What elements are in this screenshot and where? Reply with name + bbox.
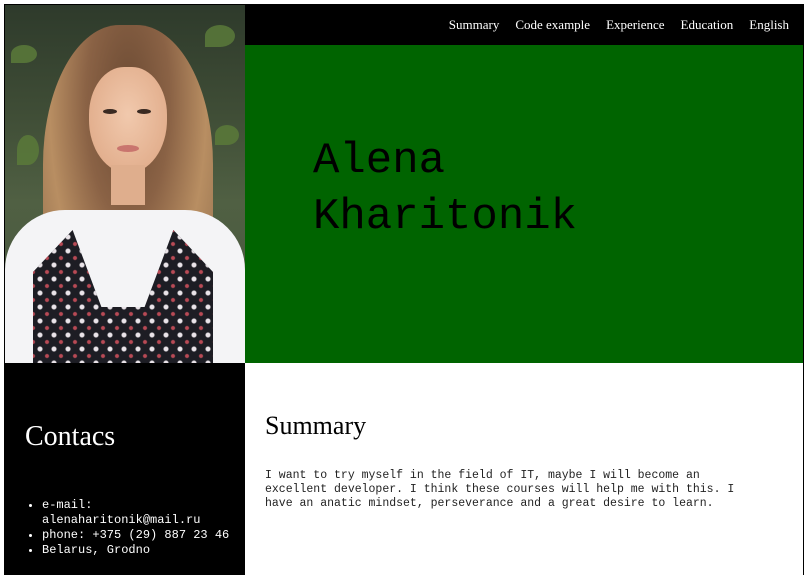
nav-link-language[interactable]: English [749, 17, 789, 33]
first-name: Alena [313, 136, 446, 186]
contact-email: e-mail: alenaharitonik@mail.ru [42, 498, 242, 528]
top-nav: Summary Code example Experience Educatio… [245, 5, 803, 45]
contact-phone: phone: +375 (29) 887 23 46 [42, 528, 242, 543]
profile-photo [5, 5, 245, 363]
summary-title: Summary [265, 411, 367, 440]
nav-link-summary[interactable]: Summary [449, 17, 500, 33]
contact-location: Belarus, Grodno [42, 543, 242, 558]
summary-section: Summary I want to try myself in the fiel… [245, 363, 803, 575]
last-name: Kharitonik [313, 192, 578, 242]
nav-link-experience[interactable]: Experience [606, 17, 664, 33]
nav-link-code-example[interactable]: Code example [515, 17, 590, 33]
nav-link-education[interactable]: Education [681, 17, 734, 33]
page: Summary Code example Experience Educatio… [4, 4, 804, 575]
person-name: Alena Kharitonik [313, 133, 763, 245]
summary-text: I want to try myself in the field of IT,… [265, 469, 735, 510]
contacts-title: Contacs [25, 421, 116, 452]
contacts-section: Contacs e-mail: alenaharitonik@mail.ru p… [5, 363, 245, 575]
contacts-list: e-mail: alenaharitonik@mail.ru phone: +3… [25, 498, 242, 558]
